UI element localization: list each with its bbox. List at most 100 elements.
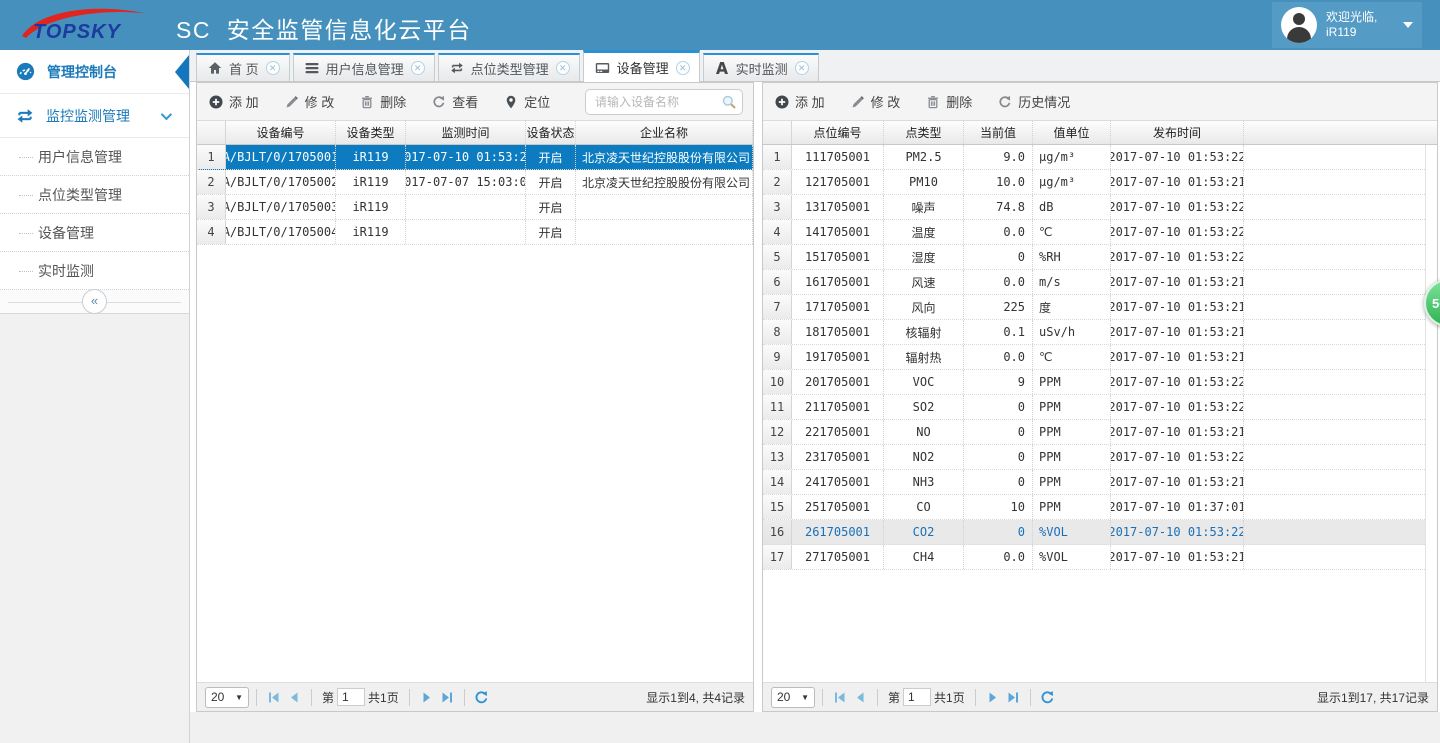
page-number-input[interactable]: [903, 688, 931, 706]
pagination-bar: 20▼ 第 共1页 显示1到4, 共4记录: [197, 682, 753, 711]
point-table: 点位编号点类型当前值值单位发布时间1111705001PM2.59.0μg/m³…: [763, 121, 1437, 682]
next-page-button[interactable]: [417, 687, 437, 707]
sidebar-item-point-type[interactable]: 点位类型管理: [0, 176, 189, 214]
table-cell: A/BJLT/0/1705003: [226, 195, 336, 219]
user-menu[interactable]: 欢迎光临, iR119: [1272, 2, 1422, 48]
tab-bar: 首 页 ✕ 用户信息管理 ✕ 点位类型管理 ✕ 设备管理 ✕ 实时监测 ✕: [190, 50, 1440, 82]
prev-page-button[interactable]: [850, 687, 870, 707]
sidebar-item-label: 用户信息管理: [38, 147, 122, 167]
first-page-button[interactable]: [830, 687, 850, 707]
table-cell: 0: [964, 470, 1033, 494]
history-icon: [998, 95, 1012, 109]
table-row[interactable]: 9191705001辐射热0.0℃2017-07-10 01:53:21: [763, 345, 1425, 370]
home-icon: [208, 61, 222, 75]
topsky-logo[interactable]: TOPSKY: [16, 3, 166, 47]
tab-close-icon[interactable]: ✕: [795, 61, 809, 75]
edit-button[interactable]: 修 改: [285, 92, 335, 111]
table-row[interactable]: 3131705001噪声74.8dB2017-07-10 01:53:22: [763, 195, 1425, 220]
tab-close-icon[interactable]: ✕: [411, 61, 425, 75]
table-cell: 2017-07-10 01:53:21: [1111, 420, 1244, 444]
tab-realtime-monitor[interactable]: 实时监测 ✕: [703, 53, 819, 81]
delete-button[interactable]: 删除: [926, 92, 972, 111]
table-row[interactable]: 13231705001NO20PPM2017-07-10 01:53:22: [763, 445, 1425, 470]
tab-device-management[interactable]: 设备管理 ✕: [583, 50, 700, 82]
table-row[interactable]: 4141705001温度0.0℃2017-07-10 01:53:22: [763, 220, 1425, 245]
table-row[interactable]: 16261705001CO20%VOL2017-07-10 01:53:22: [763, 520, 1425, 545]
column-header[interactable]: 设备类型: [336, 121, 406, 144]
refresh-icon[interactable]: [1038, 687, 1058, 707]
tab-home[interactable]: 首 页 ✕: [196, 53, 290, 81]
table-cell: PPM: [1033, 420, 1111, 444]
table-row[interactable]: 1111705001PM2.59.0μg/m³2017-07-10 01:53:…: [763, 145, 1425, 170]
tab-label: 设备管理: [617, 58, 669, 77]
edit-button[interactable]: 修 改: [851, 92, 901, 111]
row-number-cell: 1: [763, 145, 792, 169]
delete-button[interactable]: 删除: [360, 92, 406, 111]
table-row[interactable]: 12221705001NO0PPM2017-07-10 01:53:21: [763, 420, 1425, 445]
column-header[interactable]: 点类型: [884, 121, 964, 144]
prev-page-button[interactable]: [284, 687, 304, 707]
column-header[interactable]: 发布时间: [1111, 121, 1244, 144]
page-size-select[interactable]: 20▼: [771, 687, 815, 708]
view-button[interactable]: 查看: [432, 92, 478, 111]
table-row[interactable]: 4A/BJLT/0/1705004iR119开启: [197, 220, 753, 245]
table-row[interactable]: 1A/BJLT/0/1705001iR1192017-07-10 01:53:2…: [197, 145, 753, 170]
table-row[interactable]: 10201705001VOC9PPM2017-07-10 01:53:22: [763, 370, 1425, 395]
sidebar-item-device-management[interactable]: 设备管理: [0, 214, 189, 252]
row-filler: [1244, 470, 1425, 494]
column-header[interactable]: 当前值: [964, 121, 1033, 144]
table-cell: 2017-07-07 15:03:05: [406, 170, 526, 194]
table-row[interactable]: 7171705001风向225度2017-07-10 01:53:21: [763, 295, 1425, 320]
add-button[interactable]: 添 加: [775, 92, 825, 111]
table-cell: 0.1: [964, 320, 1033, 344]
tab-point-type[interactable]: 点位类型管理 ✕: [438, 53, 580, 81]
table-cell: 度: [1033, 295, 1111, 319]
refresh-icon[interactable]: [472, 687, 492, 707]
tab-close-icon[interactable]: ✕: [556, 61, 570, 75]
table-row[interactable]: 14241705001NH30PPM2017-07-10 01:53:21: [763, 470, 1425, 495]
row-number-cell: 6: [763, 270, 792, 294]
column-header[interactable]: 值单位: [1033, 121, 1111, 144]
locate-button[interactable]: 定位: [504, 92, 550, 111]
table-cell: 271705001: [792, 545, 884, 569]
table-row[interactable]: 6161705001风速0.0m/s2017-07-10 01:53:21: [763, 270, 1425, 295]
history-button[interactable]: 历史情况: [998, 92, 1070, 111]
table-row[interactable]: 11211705001SO20PPM2017-07-10 01:53:22: [763, 395, 1425, 420]
column-header[interactable]: 点位编号: [792, 121, 884, 144]
column-header[interactable]: 设备编号: [226, 121, 336, 144]
table-row[interactable]: 2121705001PM1010.0μg/m³2017-07-10 01:53:…: [763, 170, 1425, 195]
column-header[interactable]: 企业名称: [576, 121, 753, 144]
table-row[interactable]: 3A/BJLT/0/1705003iR119开启: [197, 195, 753, 220]
tab-close-icon[interactable]: ✕: [266, 61, 280, 75]
table-row[interactable]: 15251705001CO10PPM2017-07-10 01:37:01: [763, 495, 1425, 520]
page-label-prefix: 第: [888, 689, 900, 706]
search-input[interactable]: [585, 89, 743, 115]
table-row[interactable]: 2A/BJLT/0/1705002iR1192017-07-07 15:03:0…: [197, 170, 753, 195]
sidebar-item-user-info[interactable]: 用户信息管理: [0, 138, 189, 176]
table-row[interactable]: 8181705001核辐射0.1uSv/h2017-07-10 01:53:21: [763, 320, 1425, 345]
search-icon[interactable]: [722, 95, 736, 112]
tab-close-icon[interactable]: ✕: [676, 61, 690, 75]
table-row[interactable]: 17271705001CH40.0%VOL2017-07-10 01:53:21: [763, 545, 1425, 570]
sidebar-item-monitor-management[interactable]: 监控监测管理: [0, 94, 189, 138]
next-page-button[interactable]: [983, 687, 1003, 707]
row-filler: [1244, 395, 1425, 419]
table-cell: 141705001: [792, 220, 884, 244]
page-size-select[interactable]: 20▼: [205, 687, 249, 708]
page-number-input[interactable]: [337, 688, 365, 706]
last-page-button[interactable]: [437, 687, 457, 707]
tab-user-info[interactable]: 用户信息管理 ✕: [293, 53, 435, 81]
pagination-bar: 20▼ 第 共1页 显示1到17, 共17记录: [763, 682, 1437, 711]
sidebar-item-console[interactable]: 管理控制台: [0, 50, 189, 94]
first-page-button[interactable]: [264, 687, 284, 707]
table-row[interactable]: 5151705001湿度0%RH2017-07-10 01:53:22: [763, 245, 1425, 270]
collapse-sidebar-button[interactable]: «: [82, 289, 107, 314]
row-filler: [1244, 520, 1425, 544]
row-number-cell: 3: [197, 195, 226, 219]
row-number-cell: 12: [763, 420, 792, 444]
sidebar-item-realtime-monitor[interactable]: 实时监测: [0, 252, 189, 290]
column-header[interactable]: 监测时间: [406, 121, 526, 144]
column-header[interactable]: 设备状态: [526, 121, 576, 144]
last-page-button[interactable]: [1003, 687, 1023, 707]
add-button[interactable]: 添 加: [209, 92, 259, 111]
